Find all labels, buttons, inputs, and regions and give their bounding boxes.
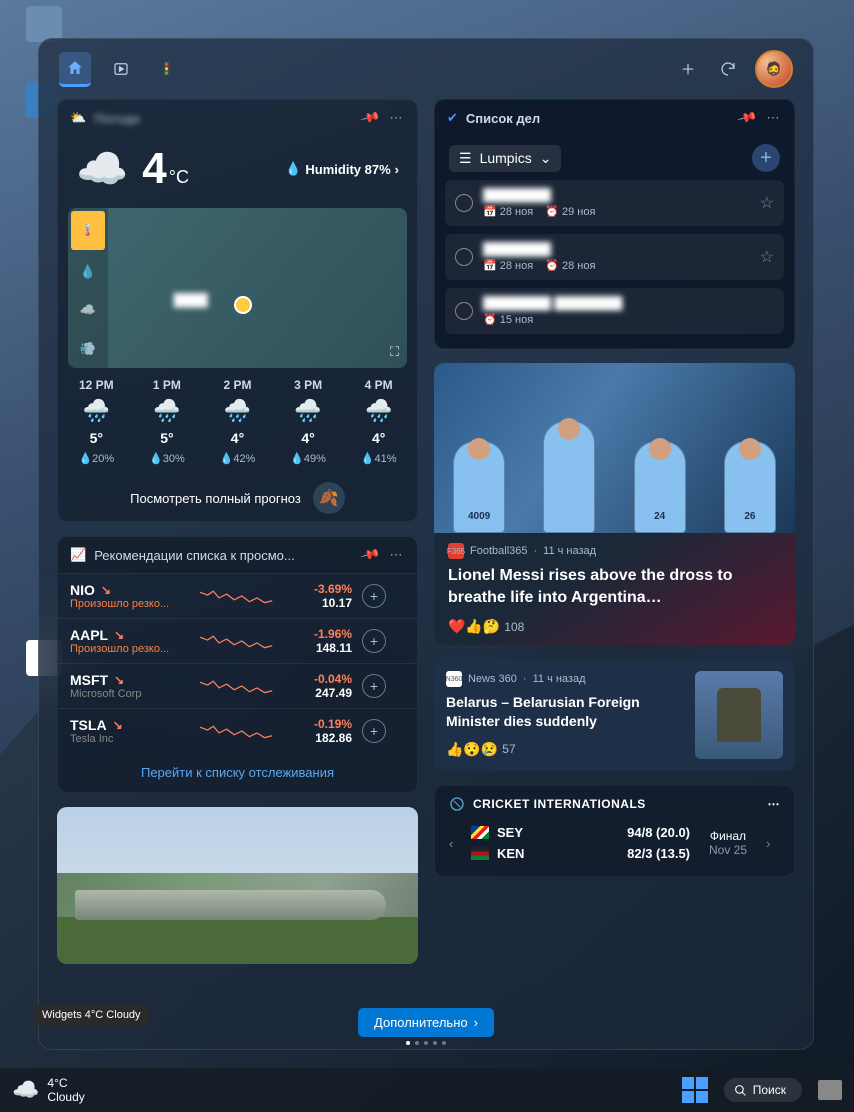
panel-header: 🚦 🧔 [39,39,813,99]
chevron-down-icon: ⌄ [540,150,552,167]
taskbar-search[interactable]: Поиск [724,1078,802,1102]
map-expand-icon[interactable]: ⛶ [390,344,399,360]
match-status: Финал Nov 25 [698,829,758,857]
stock-row-TSLA[interactable]: TSLA ↘ Tesla Inc -0.19%182.86 + [58,708,417,753]
task-item[interactable]: ████████ 📅 28 ноя ⏰ 29 ноя ☆ [445,180,784,226]
more-icon[interactable]: ⋯ [764,109,782,127]
cloud-icon: ☁️ [76,145,128,194]
flag-ken [471,847,489,860]
pin-icon[interactable]: 📌 [358,543,383,568]
add-stock-button[interactable]: + [362,629,386,653]
stocks-icon: 📈 [70,547,86,563]
add-stock-button[interactable]: + [362,674,386,698]
todo-widget: ✔ Список дел 📌 ⋯ ☰ Lumpics ⌄ + ████████ [434,99,795,349]
map-tab-rain[interactable]: 💧 [68,253,108,292]
more-icon[interactable]: ⋯ [387,109,405,127]
task-view-button[interactable] [818,1080,842,1100]
next-match[interactable]: › [766,836,780,851]
temperature: 4°C [142,144,189,194]
nav-home[interactable] [59,52,91,87]
task-checkbox[interactable] [455,194,473,212]
source-badge: F365 [448,543,464,559]
star-icon[interactable]: ☆ [760,193,774,213]
nav-watch[interactable] [105,53,137,85]
humidity-button[interactable]: 💧 Humidity 87% › [285,161,399,177]
stock-row-AAPL[interactable]: AAPL ↘ Произошло резко... -1.96%148.11 + [58,618,417,663]
todo-title: Список дел [466,111,730,126]
list-selector[interactable]: ☰ Lumpics ⌄ [449,145,561,172]
weather-map[interactable]: 🌡️ 💧 ☁️ 💨 ████ ⛶ [68,208,407,368]
stock-row-MSFT[interactable]: MSFT ↘ Microsoft Corp -0.04%247.49 + [58,663,417,708]
refresh-button[interactable] [715,56,741,82]
more-button[interactable]: Дополнительно › [358,1008,494,1037]
weather-tooltip: Widgets 4°C Cloudy [34,1005,149,1025]
star-icon[interactable]: ☆ [760,247,774,267]
news-title: Belarus – Belarusian Foreign Minister di… [446,693,691,731]
reactions[interactable]: 👍😯😢 57 [446,741,691,758]
pin-icon[interactable]: 📌 [358,106,383,131]
add-widget-button[interactable] [675,56,701,82]
stock-row-NIO[interactable]: NIO ↘ Произошло резко... -3.69%10.17 + [58,573,417,618]
forecast-cell[interactable]: 4 PM 🌧️ 4° 💧41% [344,378,413,465]
search-icon [734,1084,747,1097]
cloud-icon: ☁️ [12,1077,39,1103]
news-thumbnail [695,671,783,759]
start-button[interactable] [682,1077,708,1103]
forecast-cell[interactable]: 1 PM 🌧️ 5° 💧30% [133,378,202,465]
reactions[interactable]: ❤️👍🤔 108 [448,618,781,635]
news-title: Lionel Messi rises above the dross to br… [448,565,781,608]
task-item[interactable]: ████████ ████████ ⏰ 15 ноя [445,288,784,334]
pager-dots[interactable] [406,1041,446,1045]
pin-icon[interactable]: 📌 [735,106,760,131]
source-badge: N360 [446,671,462,687]
stocks-footer-link[interactable]: Перейти к списку отслеживания [58,753,417,792]
flag-sey [471,826,489,839]
news-card-belarus[interactable]: N360News 360 · 11 ч назад Belarus – Bela… [434,659,795,771]
task-checkbox[interactable] [455,248,473,266]
more-icon[interactable]: ⋯ [387,546,405,564]
more-icon[interactable]: ⋯ [768,797,781,811]
forecast-cell[interactable]: 2 PM 🌧️ 4° 💧42% [203,378,272,465]
forecast-bubble-icon: 🍂 [313,482,345,514]
weather-icon: ⛅ [70,110,86,126]
team-row-1: SEY 94/8 (20.0) [471,822,690,843]
map-tab-temp[interactable]: 🌡️ [71,211,105,250]
cricket-title: CRICKET INTERNATIONALS [473,797,646,811]
nav-traffic[interactable]: 🚦 [151,53,183,85]
add-task-button[interactable]: + [752,144,780,172]
stocks-title: Рекомендации списка к просмо... [94,548,353,563]
cricket-icon [449,796,465,812]
map-location-label: ████ [174,293,208,307]
news-image-card[interactable] [57,807,418,964]
list-icon: ☰ [459,150,472,167]
weather-location: Погода [94,111,353,126]
map-pin [234,296,252,314]
team-row-2: KEN 82/3 (13.5) [471,843,690,864]
prev-match[interactable]: ‹ [449,836,463,851]
cricket-widget: CRICKET INTERNATIONALS ⋯ ‹ SEY 94/8 (20.… [434,785,795,877]
weather-widget: ⛅ Погода 📌 ⋯ ☁️ 4°C 💧 Humidity 87% › 🌡️ … [57,99,418,522]
task-item[interactable]: ████████ 📅 28 ноя ⏰ 28 ноя ☆ [445,234,784,280]
forecast-cell[interactable]: 12 PM 🌧️ 5° 💧20% [62,378,131,465]
widgets-panel: 🚦 🧔 ⛅ Погода 📌 ⋯ ☁️ 4°C 💧 Humidity 87% › [38,38,814,1050]
news-image: 4009 24 26 [434,363,795,533]
news-card-messi[interactable]: 4009 24 26 F365Football365 · 11 ч назад … [434,363,795,645]
forecast-cell[interactable]: 3 PM 🌧️ 4° 💧49% [274,378,343,465]
stocks-widget: 📈 Рекомендации списка к просмо... 📌 ⋯ NI… [57,536,418,793]
add-stock-button[interactable]: + [362,719,386,743]
todo-icon: ✔ [447,110,458,126]
map-tab-wind[interactable]: 💨 [68,330,108,369]
taskbar: ☁️ 4°CCloudy Поиск [0,1068,854,1112]
forecast-row: 12 PM 🌧️ 5° 💧20% 1 PM 🌧️ 5° 💧30% 2 PM 🌧️… [58,368,417,475]
weather-footer-link[interactable]: Посмотреть полный прогноз 🍂 [58,475,417,521]
task-checkbox[interactable] [455,302,473,320]
add-stock-button[interactable]: + [362,584,386,608]
taskbar-weather[interactable]: ☁️ 4°CCloudy [12,1076,85,1105]
user-avatar[interactable]: 🧔 [755,50,793,88]
map-tab-cloud[interactable]: ☁️ [68,291,108,330]
